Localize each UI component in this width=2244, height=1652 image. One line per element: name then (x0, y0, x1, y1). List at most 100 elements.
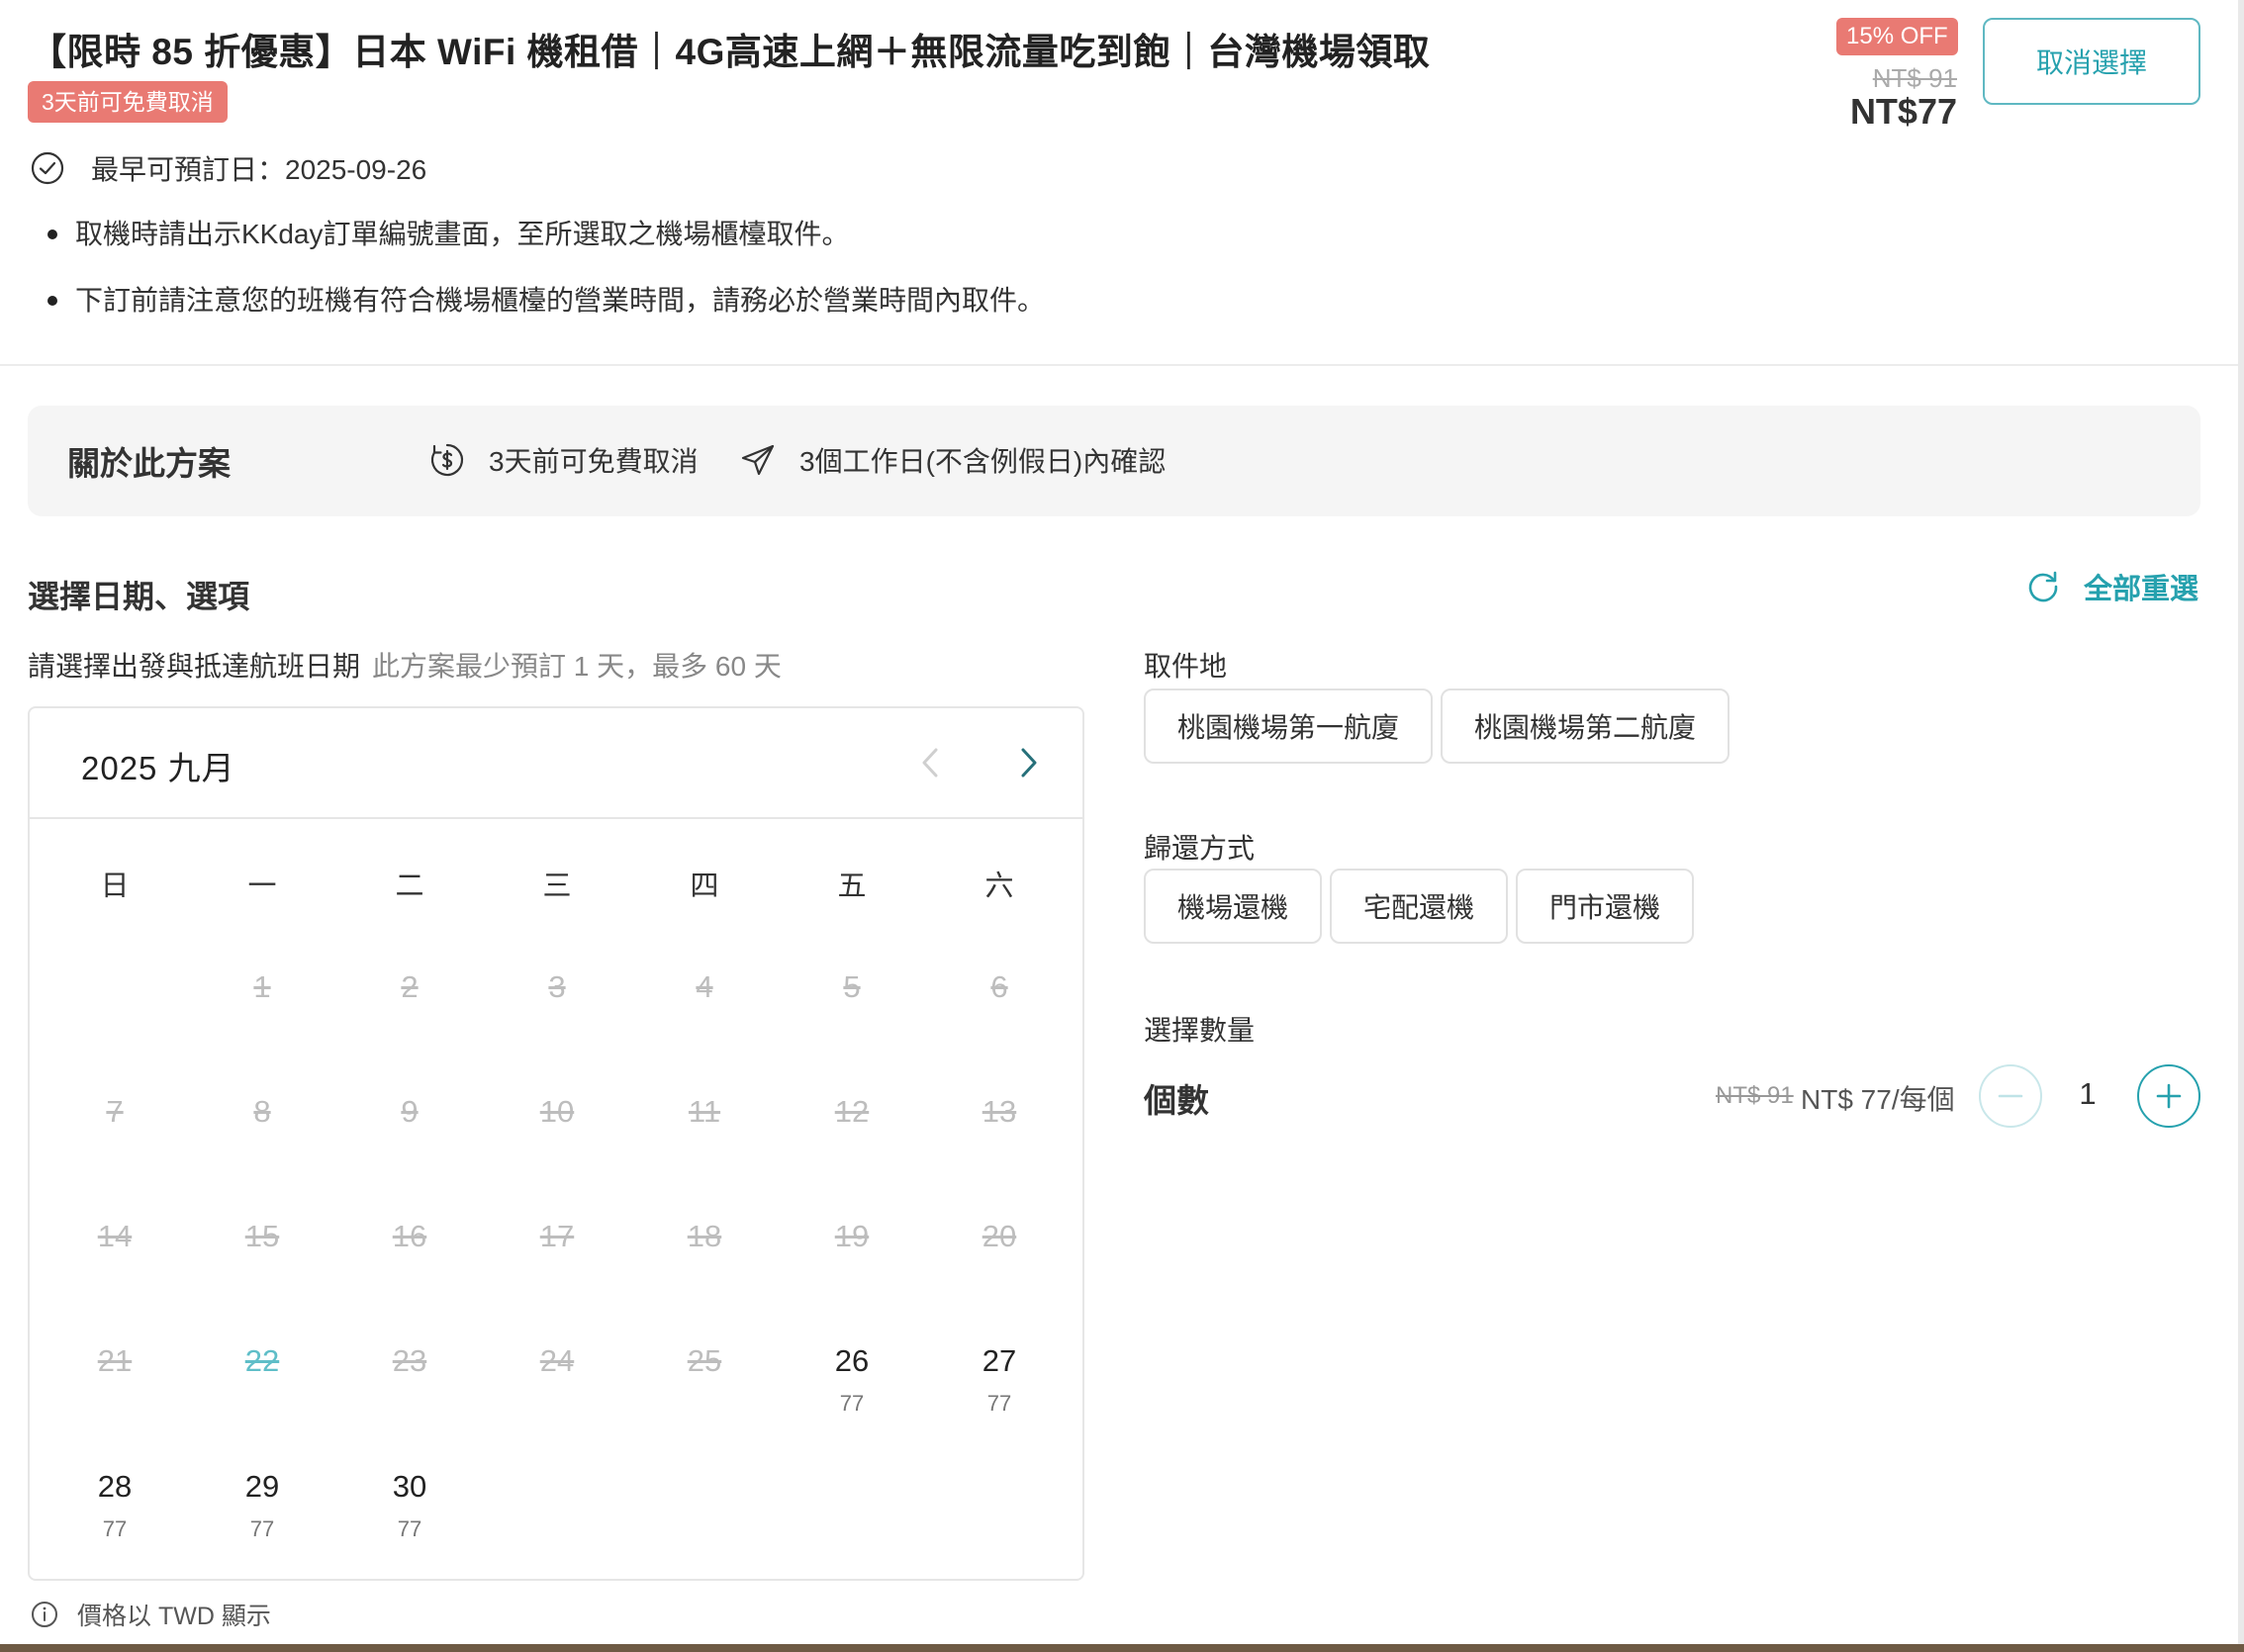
quantity-original-price: NT$ 91 (1716, 1082, 1794, 1109)
date-hint: 請選擇出發與抵達航班日期 此方案最少預訂 1 天，最多 60 天 (28, 645, 782, 685)
chevron-right-icon[interactable] (1003, 738, 1053, 787)
page-background-strip (0, 1644, 2244, 1652)
calendar-day-number: 12 (834, 1094, 870, 1129)
calendar-day-number: 5 (843, 969, 861, 1004)
weekday-label: 日 (100, 871, 130, 902)
chevron-left-icon[interactable] (906, 738, 956, 787)
increase-quantity-button[interactable] (2137, 1064, 2200, 1128)
calendar-day: 10 (508, 1092, 607, 1132)
calendar-day-number: 17 (539, 1219, 575, 1253)
calendar-day: 25 (655, 1341, 754, 1381)
return-option-airport[interactable]: 機場還機 (1144, 869, 1322, 944)
calendar-day: 24 (508, 1341, 607, 1381)
weekday-label: 三 (542, 871, 572, 902)
calendar-header: 2025 九月 (30, 708, 1082, 819)
calendar-day: 21 (65, 1341, 164, 1381)
calendar-day[interactable]: 27 77 (950, 1341, 1049, 1417)
calendar-day[interactable]: 30 77 (360, 1467, 459, 1542)
calendar-day: 11 (655, 1092, 754, 1132)
calendar-day: 13 (950, 1092, 1049, 1132)
select-date-title: 選擇日期、選項 (28, 579, 250, 614)
quantity-unit-price: NT$ 77/每個 (1801, 1084, 1955, 1115)
pickup-option-t1[interactable]: 桃園機場第一航廈 (1144, 688, 1433, 764)
calendar-day: 5 (802, 967, 901, 1007)
calendar-day: 18 (655, 1217, 754, 1256)
free-cancel-badge: 3天前可免費取消 (28, 81, 228, 123)
calendar-day-number: 11 (688, 1094, 721, 1129)
calendar-day-number: 6 (990, 969, 1008, 1004)
dollar-circle-icon (430, 443, 464, 477)
calendar-day: 9 (360, 1092, 459, 1132)
free-cancel-text: 3天前可免費取消 (489, 446, 699, 477)
discount-badge: 15% OFF (1836, 18, 1958, 55)
calendar-day-number: 1 (253, 969, 271, 1004)
calendar-day-price: 77 (102, 1516, 128, 1541)
calendar-day: 6 (950, 967, 1049, 1007)
calendar-day: 1 (213, 967, 312, 1007)
calendar-day-number: 27 (982, 1343, 1017, 1378)
calendar-day: 4 (655, 967, 754, 1007)
calendar-day[interactable]: 28 77 (65, 1467, 164, 1542)
calendar-day: 19 (802, 1217, 901, 1256)
calendar-day: 3 (508, 967, 607, 1007)
earliest-date-row: 最早可預訂日：2025-09-26 (30, 148, 426, 188)
calendar-day: 2 (360, 967, 459, 1007)
calendar-day-number: 10 (539, 1094, 575, 1129)
calendar-day-number: 15 (244, 1219, 280, 1253)
pickup-option-t2[interactable]: 桃園機場第二航廈 (1441, 688, 1730, 764)
return-option-delivery[interactable]: 宅配還機 (1330, 869, 1508, 944)
weekday-label: 五 (837, 871, 867, 902)
plus-icon (2156, 1083, 2182, 1109)
calendar-day[interactable]: 26 77 (802, 1341, 901, 1417)
product-panel: 【限時 85 折優惠】日本 WiFi 機租借｜4G高速上網＋無限流量吃到飽｜台灣… (0, 0, 2238, 1644)
calendar-day: 23 (360, 1341, 459, 1381)
about-plan-box: 關於此方案 3天前可免費取消 3個工作日(不含例假日)內確認 (28, 406, 2200, 516)
calendar-day-price: 77 (986, 1391, 1012, 1416)
calendar-day-number: 26 (834, 1343, 870, 1378)
calendar-day: 7 (65, 1092, 164, 1132)
product-title: 【限時 85 折優惠】日本 WiFi 機租借｜4G高速上網＋無限流量吃到飽｜台灣… (30, 32, 1431, 72)
return-option-store[interactable]: 門市還機 (1516, 869, 1694, 944)
calendar-day-number: 30 (392, 1469, 427, 1504)
check-circle-icon (31, 151, 64, 185)
calendar-day-number: 14 (97, 1219, 133, 1253)
currency-note: 價格以 TWD 顯示 (30, 1597, 271, 1632)
calendar-day-number: 25 (687, 1343, 722, 1378)
calendar-day: 17 (508, 1217, 607, 1256)
scrollbar-track (2238, 0, 2244, 1652)
decrease-quantity-button[interactable] (1979, 1064, 2042, 1128)
calendar-day-number: 22 (244, 1343, 280, 1378)
weekday-label: 六 (984, 871, 1014, 902)
pickup-label: 取件地 (1144, 651, 1228, 682)
minus-icon (1998, 1094, 2023, 1098)
cancel-selection-button[interactable]: 取消選擇 (1983, 18, 2200, 105)
quantity-item-label: 個數 (1144, 1082, 1209, 1119)
confirm-info: 3個工作日(不含例假日)內確認 (738, 435, 1166, 485)
note-item: 下訂前請注意您的班機有符合機場櫃檯的營業時間，請務必於營業時間內取件。 (47, 279, 1045, 345)
calendar-day-number: 18 (687, 1219, 722, 1253)
quantity-value[interactable]: 1 (2064, 1076, 2111, 1112)
notes-list: 取機時請出示KKday訂單編號畫面，至所選取之機場櫃檯取件。 下訂前請注意您的班… (47, 213, 1045, 345)
refresh-icon (2028, 571, 2058, 602)
calendar-day-number: 16 (392, 1219, 427, 1253)
calendar-day: 22 (213, 1341, 312, 1381)
calendar-day: 16 (360, 1217, 459, 1256)
info-icon (32, 1602, 57, 1627)
weekday-label: 一 (247, 871, 277, 902)
calendar-day: 8 (213, 1092, 312, 1132)
date-hint-main: 請選擇出發與抵達航班日期 (28, 651, 361, 682)
earliest-date-text: 最早可預訂日：2025-09-26 (91, 154, 427, 185)
weekday-label: 二 (395, 871, 424, 902)
date-hint-sub: 此方案最少預訂 1 天，最多 60 天 (372, 651, 782, 682)
calendar-day-number: 8 (253, 1094, 271, 1129)
calendar-day-price: 77 (397, 1516, 422, 1541)
calendar-day-number: 21 (97, 1343, 133, 1378)
reset-all-button[interactable]: 全部重選 (2024, 566, 2198, 607)
send-icon (741, 444, 775, 476)
calendar-day-price: 77 (839, 1391, 865, 1416)
calendar-day[interactable]: 29 77 (213, 1467, 312, 1542)
currency-note-text: 價格以 TWD 顯示 (77, 1603, 271, 1630)
calendar-day-number: 20 (982, 1219, 1017, 1253)
calendar-day-number: 24 (539, 1343, 575, 1378)
calendar-day: 14 (65, 1217, 164, 1256)
